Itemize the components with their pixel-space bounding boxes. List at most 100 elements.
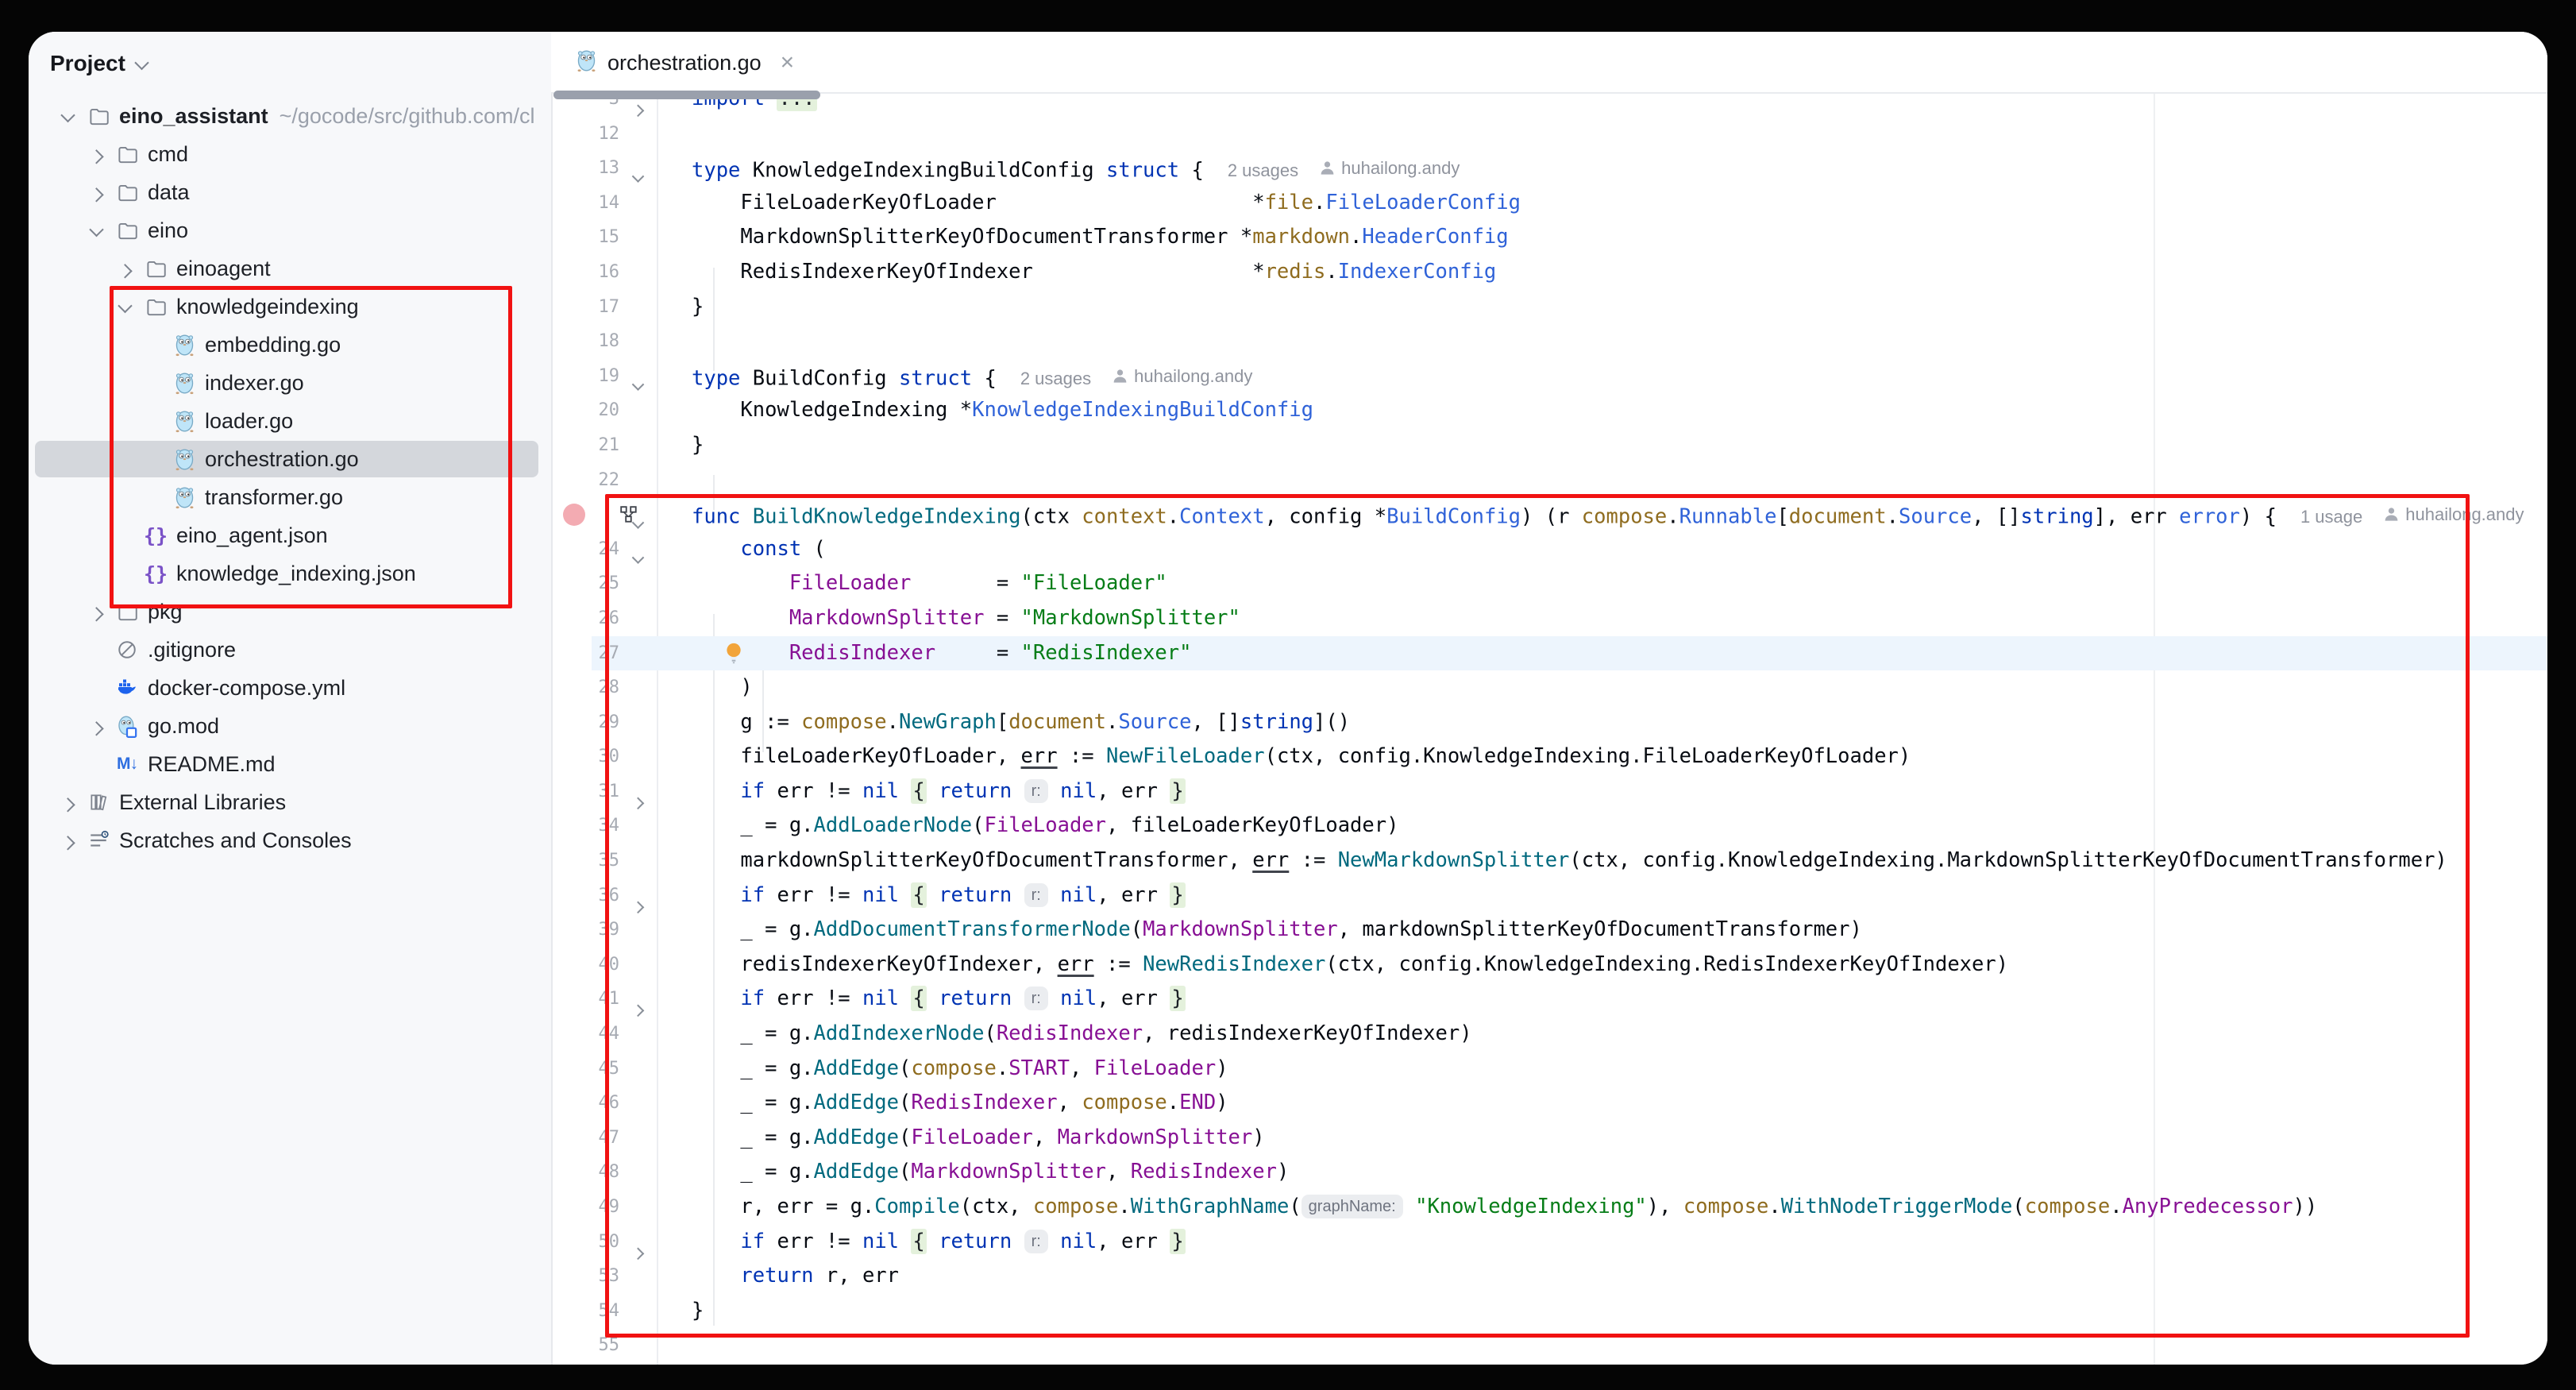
code-line-16[interactable]: 16 RedisIndexerKeyOfIndexer *redis.Index… <box>551 255 2547 290</box>
line-number[interactable]: 13 <box>551 151 619 186</box>
code-token: BuildConfig <box>753 366 899 390</box>
tree-item-einoagent[interactable]: einoagent <box>29 249 551 288</box>
chevron-right-icon[interactable] <box>81 149 111 160</box>
code-token: { <box>1191 158 1203 182</box>
code-text[interactable]: } <box>692 290 704 325</box>
code-line-14[interactable]: 14 FileLoaderKeyOfLoader *file.FileLoade… <box>551 186 2547 221</box>
chevron-down-icon[interactable] <box>52 111 83 122</box>
code-vision-usages[interactable]: 2 usages <box>1020 369 1091 388</box>
folder-icon <box>140 258 172 280</box>
code-token: IndexerConfig <box>1338 260 1497 284</box>
code-line-12[interactable]: 12 <box>551 117 2547 152</box>
project-header-title: Project <box>50 51 125 76</box>
tree-item-go-mod[interactable]: go.mod <box>29 707 551 745</box>
tree-item-scratches-and-consoles[interactable]: Scratches and Consoles <box>29 821 551 859</box>
tab-orchestration-go[interactable]: orchestration.go × <box>569 40 802 86</box>
code-vision-usages[interactable]: 2 usages <box>1228 160 1298 180</box>
code-text[interactable]: RedisIndexerKeyOfIndexer *redis.IndexerC… <box>692 255 1496 290</box>
code-token: FileLoaderConfig <box>1325 191 1521 214</box>
code-token: MarkdownSplitterKeyOfDocumentTransformer… <box>692 225 1252 249</box>
line-number[interactable]: 20 <box>551 393 619 428</box>
code-line-21[interactable]: 21} <box>551 428 2547 463</box>
chevron-right-icon[interactable] <box>81 187 111 198</box>
code-line-19[interactable]: 19 type BuildConfig struct {2 usages huhai… <box>551 359 2547 394</box>
tree-item-label: Scratches and Consoles <box>119 828 352 853</box>
gitignore-icon <box>111 639 143 660</box>
code-token: { <box>984 366 996 390</box>
code-token: RedisIndexerKeyOfIndexer * <box>692 260 1265 284</box>
code-line-18[interactable]: 18 <box>551 324 2547 359</box>
tree-item--gitignore[interactable]: .gitignore <box>29 631 551 669</box>
folder-icon <box>111 220 143 241</box>
code-token: } <box>692 295 704 319</box>
chevron-right-icon[interactable] <box>81 721 111 732</box>
line-number[interactable]: 21 <box>551 428 619 463</box>
code-text[interactable]: FileLoaderKeyOfLoader *file.FileLoaderCo… <box>692 186 1521 221</box>
tree-item-docker-compose-yml[interactable]: docker-compose.yml <box>29 669 551 707</box>
code-line-17[interactable]: 17} <box>551 290 2547 325</box>
folder-icon <box>111 144 143 165</box>
tree-item-data[interactable]: data <box>29 173 551 211</box>
code-token: FileLoaderKeyOfLoader * <box>692 191 1265 214</box>
chevron-down-icon <box>134 55 148 69</box>
tree-item-eino[interactable]: eino <box>29 211 551 249</box>
tree-item-label: data <box>148 180 190 205</box>
tab-close-icon[interactable]: × <box>781 51 795 75</box>
code-text[interactable]: } <box>692 428 704 463</box>
chevron-right-icon[interactable] <box>110 264 140 274</box>
fold-down-icon[interactable] <box>634 164 642 187</box>
editor-tab-bar: orchestration.go × <box>551 32 2547 94</box>
breakpoint-dot-icon[interactable] <box>563 504 585 526</box>
tree-item-eino-assistant[interactable]: eino_assistant~/gocode/src/github.com/cl <box>29 97 551 135</box>
code-line-15[interactable]: 15 MarkdownSplitterKeyOfDocumentTransfor… <box>551 220 2547 255</box>
code-vision-author[interactable]: huhailong.andy <box>1319 151 1460 186</box>
code-token: struct <box>1106 158 1191 182</box>
tree-item-label: go.mod <box>148 714 219 739</box>
annotation-box-editor <box>605 494 2470 1338</box>
code-text[interactable]: KnowledgeIndexing *KnowledgeIndexingBuil… <box>692 393 1313 428</box>
line-number[interactable]: 18 <box>551 324 619 359</box>
scratch-icon <box>83 830 114 851</box>
folder-icon <box>111 182 143 203</box>
line-number[interactable]: 16 <box>551 255 619 290</box>
chevron-right-icon[interactable] <box>52 836 83 846</box>
line-number[interactable]: 19 <box>551 359 619 394</box>
fold-down-icon[interactable] <box>634 372 642 396</box>
code-token: struct <box>899 366 984 390</box>
code-line-22[interactable]: 22 <box>551 463 2547 498</box>
tree-item-external-libraries[interactable]: External Libraries <box>29 783 551 821</box>
tree-item-cmd[interactable]: cmd <box>29 135 551 173</box>
chevron-down-icon[interactable] <box>81 226 111 236</box>
code-token: redis <box>1265 260 1326 284</box>
code-token: . <box>1325 260 1337 284</box>
tree-item-readme-md[interactable]: M↓README.md <box>29 745 551 783</box>
code-token: type <box>692 366 753 390</box>
line-number[interactable]: 17 <box>551 290 619 325</box>
tree-item-label: cmd <box>148 142 188 167</box>
code-vision-author[interactable]: huhailong.andy <box>1112 359 1252 394</box>
code-line-20[interactable]: 20 KnowledgeIndexing *KnowledgeIndexingB… <box>551 393 2547 428</box>
tree-item-label: .gitignore <box>148 638 236 662</box>
code-token: . <box>1350 225 1362 249</box>
code-token: KnowledgeIndexing * <box>692 398 972 422</box>
code-token: markdown <box>1252 225 1350 249</box>
code-token: . <box>1313 191 1325 214</box>
scrollbar-pill[interactable] <box>553 91 820 99</box>
go-file-icon <box>577 49 596 76</box>
chevron-right-icon[interactable] <box>81 607 111 617</box>
chevron-right-icon[interactable] <box>52 797 83 808</box>
code-text[interactable]: type KnowledgeIndexingBuildConfig struct… <box>692 151 1460 188</box>
project-header[interactable]: Project <box>50 46 147 81</box>
md-icon: M↓ <box>111 755 143 774</box>
code-token: type <box>692 158 753 182</box>
line-number[interactable]: 14 <box>551 186 619 221</box>
code-text[interactable]: MarkdownSplitterKeyOfDocumentTransformer… <box>692 220 1509 255</box>
line-number[interactable]: 15 <box>551 220 619 255</box>
line-number[interactable]: 12 <box>551 117 619 152</box>
tree-item-label: docker-compose.yml <box>148 676 345 701</box>
code-text[interactable]: type BuildConfig struct {2 usages huhailo… <box>692 359 1252 396</box>
line-number[interactable]: 22 <box>551 463 619 498</box>
code-line-13[interactable]: 13 type KnowledgeIndexingBuildConfig stru… <box>551 151 2547 186</box>
project-tool-window: Project eino_assistant~/gocode/src/githu… <box>29 32 551 1365</box>
code-token: KnowledgeIndexingBuildConfig <box>753 158 1106 182</box>
